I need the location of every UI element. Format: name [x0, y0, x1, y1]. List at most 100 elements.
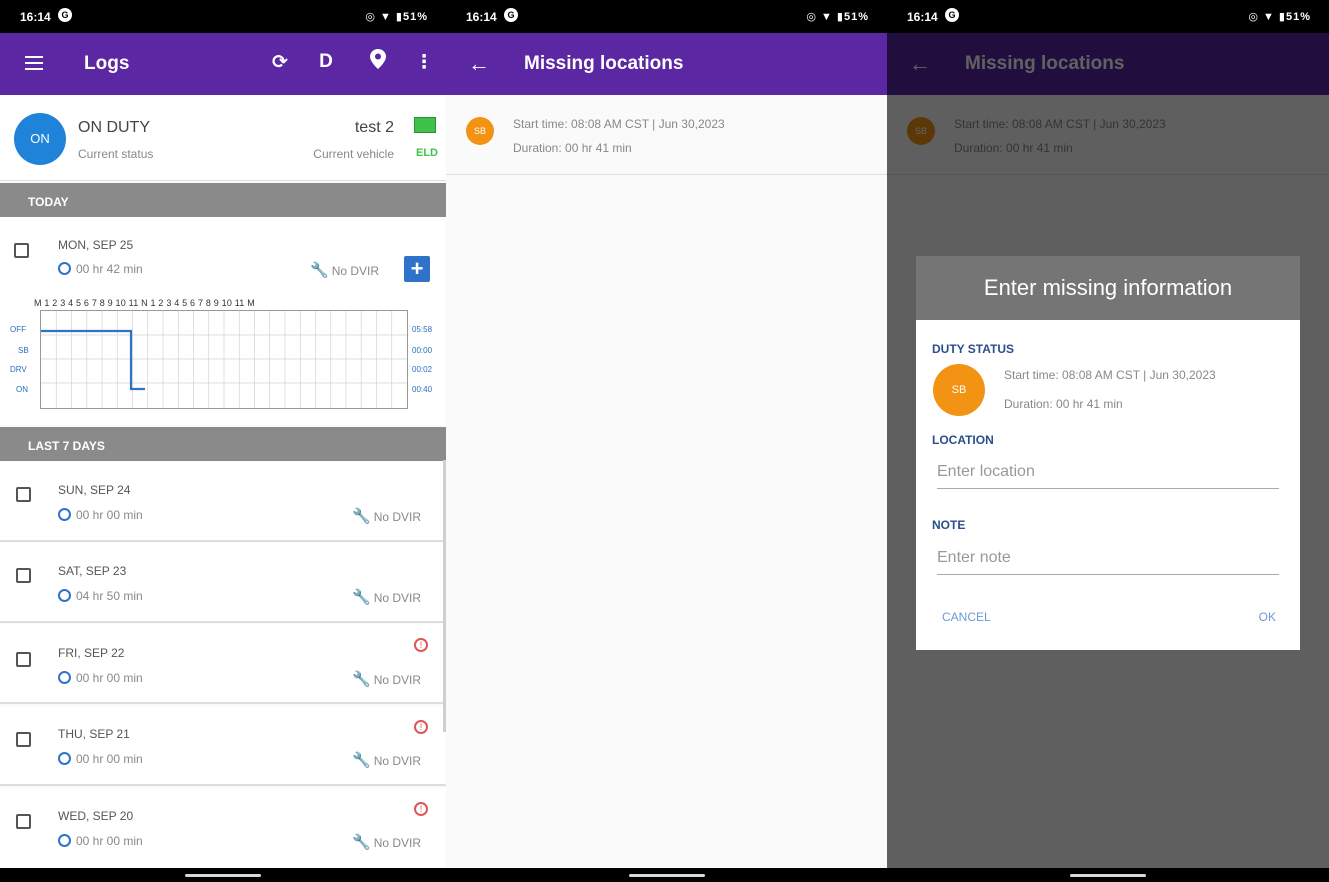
day-label: THU, SEP 21 — [58, 727, 130, 741]
gesture-bar — [887, 868, 1329, 882]
back-arrow-icon[interactable]: ← — [468, 51, 490, 77]
alert-icon: ! — [414, 638, 428, 652]
location-label: LOCATION — [932, 433, 994, 447]
clock-icon — [58, 589, 71, 602]
start-time: Start time: 08:08 AM CST | Jun 30,2023 — [1004, 368, 1216, 382]
clock-time: 16:14 — [20, 10, 51, 24]
status-bar: 16:14 G ◎ ▼ ▮51% — [887, 0, 1329, 33]
day-duration: 00 hr 00 min — [58, 752, 143, 766]
vehicle-name: test 2 — [354, 119, 394, 136]
duty-status-label: Current status — [78, 147, 154, 161]
clock-icon — [58, 508, 71, 521]
day-checkbox[interactable] — [16, 652, 31, 667]
home-handle[interactable] — [628, 874, 705, 877]
day-checkbox[interactable] — [16, 487, 31, 502]
menu-icon[interactable] — [25, 56, 43, 70]
clock-icon — [58, 262, 71, 275]
duty-status-label: DUTY STATUS — [932, 342, 1015, 356]
clock-time: 16:14 — [907, 10, 938, 24]
wrench-icon: 🔧 — [352, 589, 371, 606]
day-row[interactable]: SAT, SEP 23 04 hr 50 min 🔧 No DVIR — [0, 543, 446, 623]
current-status-card[interactable]: ON ON DUTY Current status test 2 Current… — [0, 95, 446, 181]
d-button[interactable]: D — [314, 51, 338, 73]
status-bar: 16:14 G ◎ ▼ ▮51% — [0, 0, 446, 33]
start-time: Start time: 08:08 AM CST | Jun 30,2023 — [513, 117, 725, 131]
home-handle[interactable] — [1070, 874, 1146, 877]
day-duration: 00 hr 00 min — [58, 508, 143, 522]
day-duration: 00 hr 00 min — [58, 671, 143, 685]
google-icon: G — [58, 8, 72, 22]
chart-row-off: OFF — [10, 325, 26, 334]
duration: Duration: 00 hr 41 min — [513, 141, 632, 155]
dvir-status[interactable]: 🔧 No DVIR — [352, 588, 421, 606]
status-icons: ◎ ▼ ▮51% — [806, 11, 869, 23]
day-row[interactable]: FRI, SEP 22 ! 00 hr 00 min 🔧 No DVIR — [0, 624, 446, 704]
duty-status: ON DUTY — [78, 119, 150, 136]
cancel-button[interactable]: CANCEL — [942, 610, 991, 624]
chart-row-sb: SB — [18, 346, 29, 355]
day-checkbox[interactable] — [14, 243, 29, 258]
section-today: TODAY — [0, 183, 446, 217]
logs-screen: 16:14 G ◎ ▼ ▮51% Logs ⟳ D ⋮ ON ON DUTY C… — [0, 0, 446, 882]
day-label: FRI, SEP 22 — [58, 646, 125, 660]
dvir-status[interactable]: 🔧 No DVIR — [352, 751, 421, 769]
google-icon: G — [945, 8, 959, 22]
clock-icon — [58, 834, 71, 847]
day-label: MON, SEP 25 — [58, 238, 134, 252]
day-row[interactable]: SUN, SEP 24 00 hr 00 min 🔧 No DVIR — [0, 462, 446, 542]
sb-status-badge: SB — [466, 117, 494, 145]
gesture-bar — [446, 868, 887, 882]
note-label: NOTE — [932, 518, 966, 532]
vehicle-label: Current vehicle — [313, 147, 394, 161]
clock-time: 16:14 — [466, 10, 497, 24]
day-duration: 00 hr 42 min — [58, 262, 143, 276]
add-dvir-button[interactable]: + — [404, 256, 430, 282]
more-options-icon[interactable]: ⋮ — [412, 51, 436, 74]
eld-icon — [414, 117, 436, 133]
section-last-7-days: LAST 7 DAYS — [0, 427, 446, 461]
location-input[interactable]: Enter location — [937, 457, 1279, 489]
note-input[interactable]: Enter note — [937, 543, 1279, 575]
wrench-icon: 🔧 — [352, 671, 371, 688]
dvir-status[interactable]: 🔧 No DVIR — [310, 261, 379, 279]
missing-locations-screen: 16:14 G ◎ ▼ ▮51% ← Missing locations SB … — [446, 0, 887, 882]
day-row[interactable]: THU, SEP 21 ! 00 hr 00 min 🔧 No DVIR — [0, 706, 446, 786]
page-title: Logs — [84, 53, 130, 74]
missing-info-dialog: Enter missing information DUTY STATUS SB… — [916, 256, 1300, 650]
total-drv: 00:02 — [412, 365, 433, 374]
status-icons: ◎ ▼ ▮51% — [1248, 11, 1311, 23]
dvir-status[interactable]: 🔧 No DVIR — [352, 507, 421, 525]
gesture-bar — [0, 868, 446, 882]
duty-status-badge[interactable]: ON — [14, 113, 66, 165]
day-checkbox[interactable] — [16, 814, 31, 829]
ok-button[interactable]: OK — [1259, 610, 1276, 624]
location-pin-icon[interactable] — [366, 49, 390, 75]
day-checkbox[interactable] — [16, 568, 31, 583]
day-label: SAT, SEP 23 — [58, 564, 127, 578]
day-checkbox[interactable] — [16, 732, 31, 747]
google-icon: G — [504, 8, 518, 22]
duty-chart-grid — [41, 311, 407, 408]
dvir-status[interactable]: 🔧 No DVIR — [352, 670, 421, 688]
chart-hours-axis: M 1 2 3 4 5 6 7 8 9 10 11 N 1 2 3 4 5 6 … — [34, 298, 255, 308]
sync-icon[interactable]: ⟳ — [268, 51, 292, 74]
home-handle[interactable] — [185, 874, 261, 877]
duty-chart[interactable] — [40, 310, 408, 409]
day-duration: 04 hr 50 min — [58, 589, 143, 603]
app-bar: Logs ⟳ D ⋮ — [0, 33, 446, 95]
total-sb: 00:00 — [412, 346, 433, 355]
missing-location-item[interactable]: SB Start time: 08:08 AM CST | Jun 30,202… — [446, 95, 887, 175]
eld-label: ELD — [416, 147, 438, 159]
page-title: Missing locations — [524, 53, 684, 74]
chart-row-drv: DRV — [10, 365, 27, 374]
dvir-status[interactable]: 🔧 No DVIR — [352, 833, 421, 851]
alert-icon: ! — [414, 802, 428, 816]
chart-row-on: ON — [16, 385, 28, 394]
day-label: SUN, SEP 24 — [58, 483, 131, 497]
wrench-icon: 🔧 — [352, 834, 371, 851]
clock-icon — [58, 671, 71, 684]
day-row[interactable]: WED, SEP 20 ! 00 hr 00 min 🔧 No DVIR — [0, 788, 446, 868]
status-icons: ◎ ▼ ▮51% — [365, 11, 428, 23]
duty-line — [41, 329, 145, 391]
duration: Duration: 00 hr 41 min — [1004, 397, 1123, 411]
